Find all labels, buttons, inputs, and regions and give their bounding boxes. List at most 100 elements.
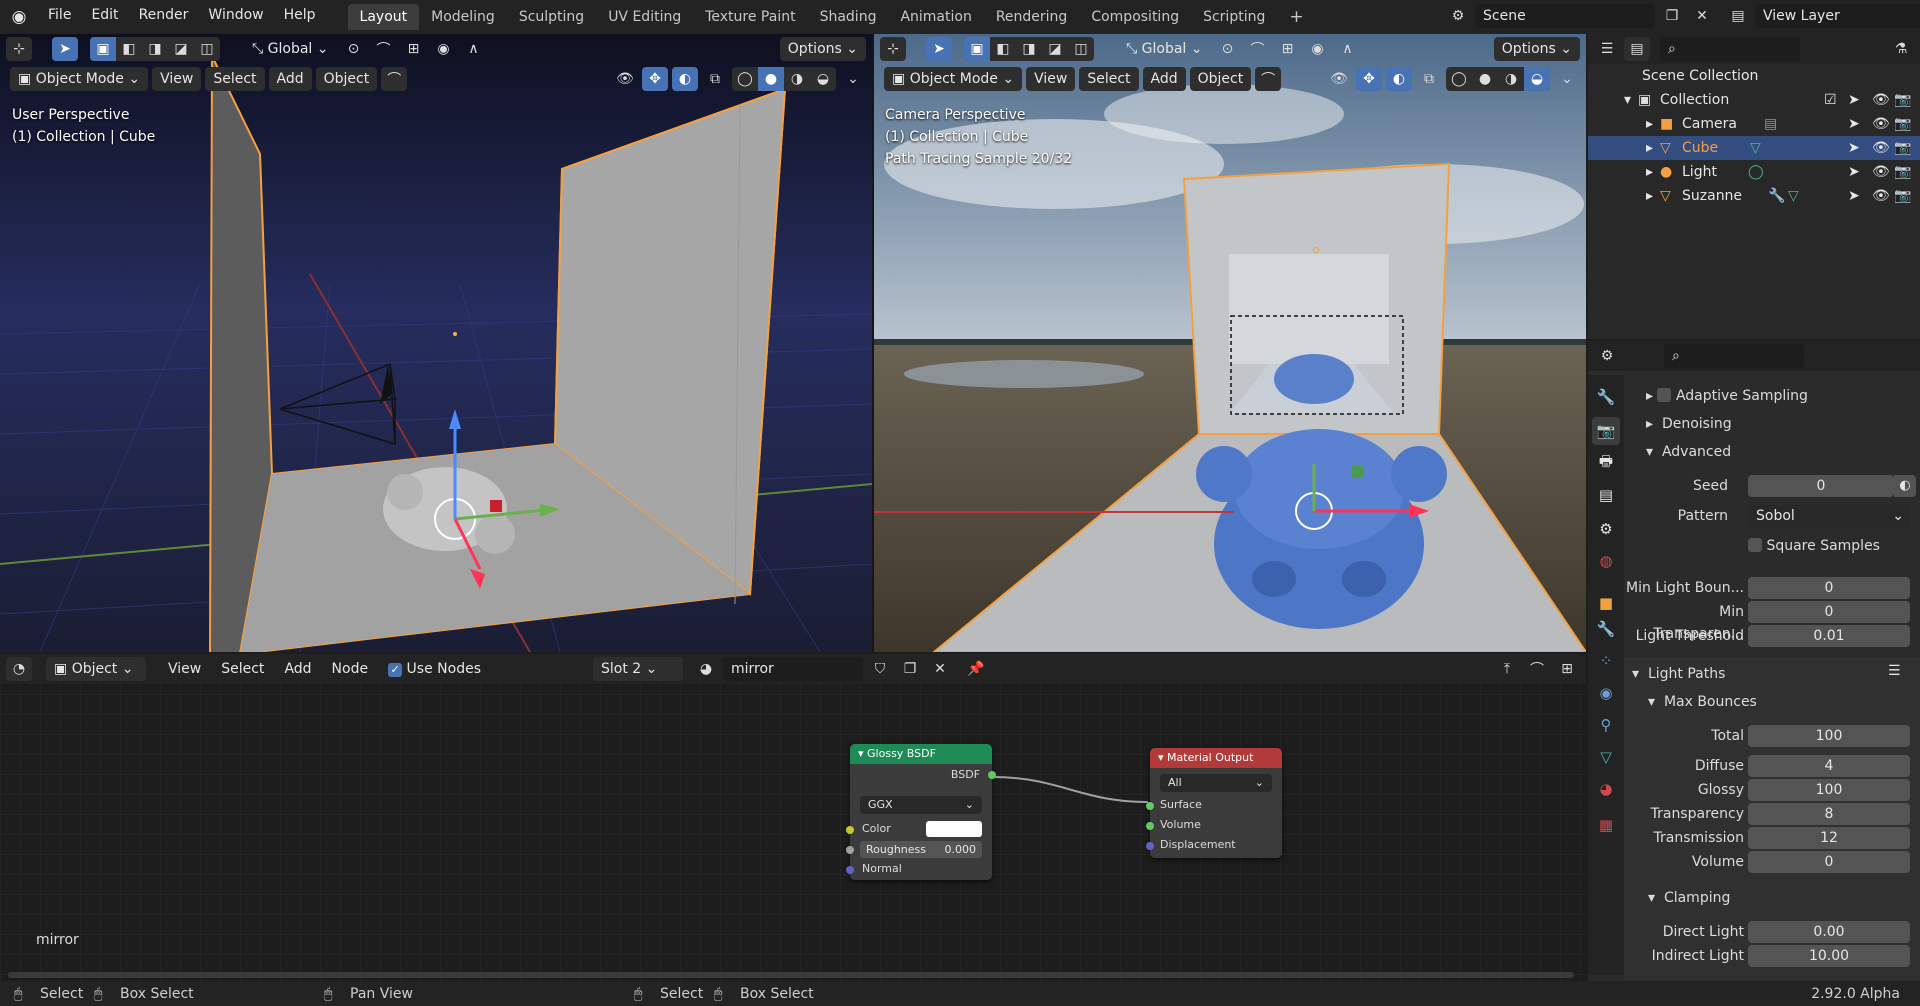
normal-input-socket[interactable] — [846, 866, 854, 874]
pivot-icon[interactable]: ⊙ — [1215, 37, 1241, 61]
transparency-bounces-field[interactable]: 8 — [1748, 803, 1910, 825]
physics-tab-icon[interactable]: ◉ — [1592, 679, 1620, 707]
select-arrow-icon[interactable]: ➤ — [1848, 164, 1860, 180]
eye-icon[interactable]: 👁 — [1872, 188, 1890, 204]
rendered-shading-icon[interactable]: ◒ — [1524, 67, 1550, 91]
eye-icon[interactable]: 👁 — [1872, 92, 1890, 108]
material-tab-icon[interactable]: ◕ — [1592, 775, 1620, 803]
display-mode-icon[interactable]: ▤ — [1624, 37, 1650, 61]
constraints-tab-icon[interactable]: ⚲ — [1592, 711, 1620, 739]
light-paths-panel[interactable]: ▾ Light Paths — [1632, 663, 1725, 685]
falloff-icon[interactable]: ∧ — [461, 37, 487, 61]
volume-bounces-field[interactable]: 0 — [1748, 851, 1910, 873]
select-intersect-icon[interactable]: ◫ — [1068, 37, 1094, 61]
view-layer-icon[interactable]: ▤ — [1725, 4, 1751, 28]
tab-texture-paint[interactable]: Texture Paint — [693, 4, 807, 30]
light-data-icon[interactable]: ◯ — [1748, 164, 1764, 180]
expand-chevron-icon[interactable]: ▸ — [1646, 164, 1660, 180]
menu-window[interactable]: Window — [198, 0, 273, 34]
snap-icon[interactable]: ⌒ — [1245, 37, 1271, 61]
camera-render-icon[interactable]: 📷 — [1894, 140, 1911, 156]
menu-select[interactable]: Select — [205, 67, 265, 91]
view-layer-tab-icon[interactable]: ▤ — [1592, 481, 1620, 509]
gizmo-icon[interactable]: ✥ — [642, 67, 668, 91]
viewport-right[interactable]: ⊹ ➤ ▣ ◧ ◨ ◪ ◫ ⤡ Global ⌄ ⊙ ⌒ ⊞ ◉ ∧ Optio… — [874, 34, 1586, 652]
advanced-panel[interactable]: ▾ Advanced — [1646, 441, 1731, 463]
gizmo-icon[interactable]: ✥ — [1356, 67, 1382, 91]
menu-object[interactable]: Object — [1189, 67, 1252, 91]
max-bounces-panel[interactable]: ▾ Max Bounces — [1648, 691, 1757, 713]
wireframe-shading-icon[interactable]: ◯ — [1446, 67, 1472, 91]
eye-icon[interactable]: 👁 — [1872, 116, 1890, 132]
distribution-dropdown[interactable]: GGX ⌄ — [860, 796, 982, 814]
editor-type-icon[interactable]: ⊹ — [6, 37, 32, 61]
snap-icon[interactable]: ⌒ — [371, 37, 397, 61]
clamping-panel[interactable]: ▾ Clamping — [1648, 887, 1730, 909]
expand-chevron-icon[interactable]: ▸ — [1646, 188, 1660, 204]
add-workspace-icon[interactable]: + — [1277, 4, 1315, 30]
menu-view[interactable]: View — [1026, 67, 1076, 91]
scene-icon[interactable]: ⚙ — [1445, 4, 1471, 28]
options-dropdown[interactable]: Options ⌄ — [779, 37, 866, 61]
menu-edit[interactable]: Edit — [81, 0, 128, 34]
tab-layout[interactable]: Layout — [347, 4, 420, 30]
select-tool-icon[interactable]: ➤ — [52, 37, 78, 61]
texture-tab-icon[interactable]: ▦ — [1592, 811, 1620, 839]
menu-view[interactable]: View — [152, 67, 202, 91]
node-editor[interactable]: ◔ ▣ Object ⌄ View Select Add Node ✓ Use … — [0, 654, 1586, 981]
snap-increment-icon[interactable]: ⊞ — [401, 37, 427, 61]
wireframe-shading-icon[interactable]: ◯ — [732, 67, 758, 91]
select-extend-icon[interactable]: ◧ — [116, 37, 142, 61]
shading-options-icon[interactable]: ⌄ — [1554, 67, 1580, 91]
diffuse-bounces-field[interactable]: 4 — [1748, 755, 1910, 777]
modifier-wrench-icon[interactable]: 🔧 — [1768, 188, 1785, 204]
outliner-item-light[interactable]: ▸ ● Light ◯ ➤ 👁 📷 — [1588, 160, 1920, 184]
volume-input-socket[interactable] — [1146, 822, 1154, 830]
tab-shading[interactable]: Shading — [808, 4, 889, 30]
new-scene-icon[interactable]: ❐ — [1659, 4, 1685, 28]
xray-icon[interactable]: ⧉ — [702, 67, 728, 91]
bsdf-output-socket[interactable] — [988, 771, 996, 779]
tab-rendering[interactable]: Rendering — [984, 4, 1080, 30]
scene-tab-icon[interactable]: ⚙ — [1592, 515, 1620, 543]
checkbox-icon[interactable] — [1657, 388, 1672, 402]
select-new-icon[interactable]: ▣ — [964, 37, 990, 61]
scene-field[interactable]: Scene — [1475, 4, 1655, 28]
select-arrow-icon[interactable]: ➤ — [1848, 92, 1860, 108]
material-output-header[interactable]: ▾ Material Output — [1150, 748, 1282, 768]
orientation-dropdown[interactable]: ⤡ Global ⌄ — [1118, 37, 1211, 61]
select-subtract-icon[interactable]: ◨ — [142, 37, 168, 61]
output-target-dropdown[interactable]: All ⌄ — [1160, 774, 1272, 792]
visibility-icon[interactable]: 👁 — [1326, 67, 1352, 91]
camera-render-icon[interactable]: 📷 — [1894, 92, 1911, 108]
overlays-icon[interactable]: ◐ — [672, 67, 698, 91]
expand-chevron-icon[interactable]: ▾ — [1624, 92, 1638, 108]
filter-icon[interactable]: ⚗ — [1888, 37, 1914, 61]
select-new-icon[interactable]: ▣ — [90, 37, 116, 61]
checkbox-icon[interactable]: ☑ — [1824, 92, 1837, 108]
seed-field[interactable]: 0 — [1748, 475, 1894, 497]
total-bounces-field[interactable]: 100 — [1748, 725, 1910, 747]
scene-collection-row[interactable]: Scene Collection — [1588, 64, 1920, 88]
outliner-item-camera[interactable]: ▸ ■ Camera ▤ ➤ 👁 📷 — [1588, 112, 1920, 136]
denoising-panel[interactable]: ▸ Denoising — [1646, 413, 1732, 435]
transmission-bounces-field[interactable]: 12 — [1748, 827, 1910, 849]
mode-dropdown[interactable]: ▣ Object Mode ⌄ — [10, 67, 149, 91]
select-arrow-icon[interactable]: ➤ — [1848, 116, 1860, 132]
pattern-dropdown[interactable]: Sobol ⌄ — [1748, 505, 1910, 527]
shading-options-icon[interactable]: ⌄ — [840, 67, 866, 91]
editor-type-icon[interactable]: ⊹ — [880, 37, 906, 61]
visibility-icon[interactable]: 👁 — [612, 67, 638, 91]
data-tab-icon[interactable]: ▽ — [1592, 743, 1620, 771]
select-arrow-icon[interactable]: ➤ — [1848, 140, 1860, 156]
tab-animation[interactable]: Animation — [888, 4, 983, 30]
pivot-icon[interactable]: ⊙ — [341, 37, 367, 61]
collection-row[interactable]: ▾ ▣ Collection ☑ ➤ 👁 📷 — [1588, 88, 1920, 112]
animated-seed-icon[interactable]: ◐ — [1894, 475, 1916, 497]
camera-data-icon[interactable]: ▤ — [1764, 116, 1777, 132]
direct-light-field[interactable]: 0.00 — [1748, 921, 1910, 943]
orientation-dropdown[interactable]: ⤡ Global ⌄ — [244, 37, 337, 61]
solid-shading-icon[interactable]: ● — [1472, 67, 1498, 91]
eye-icon[interactable]: 👁 — [1872, 140, 1890, 156]
horizontal-scrollbar[interactable] — [8, 972, 1574, 978]
